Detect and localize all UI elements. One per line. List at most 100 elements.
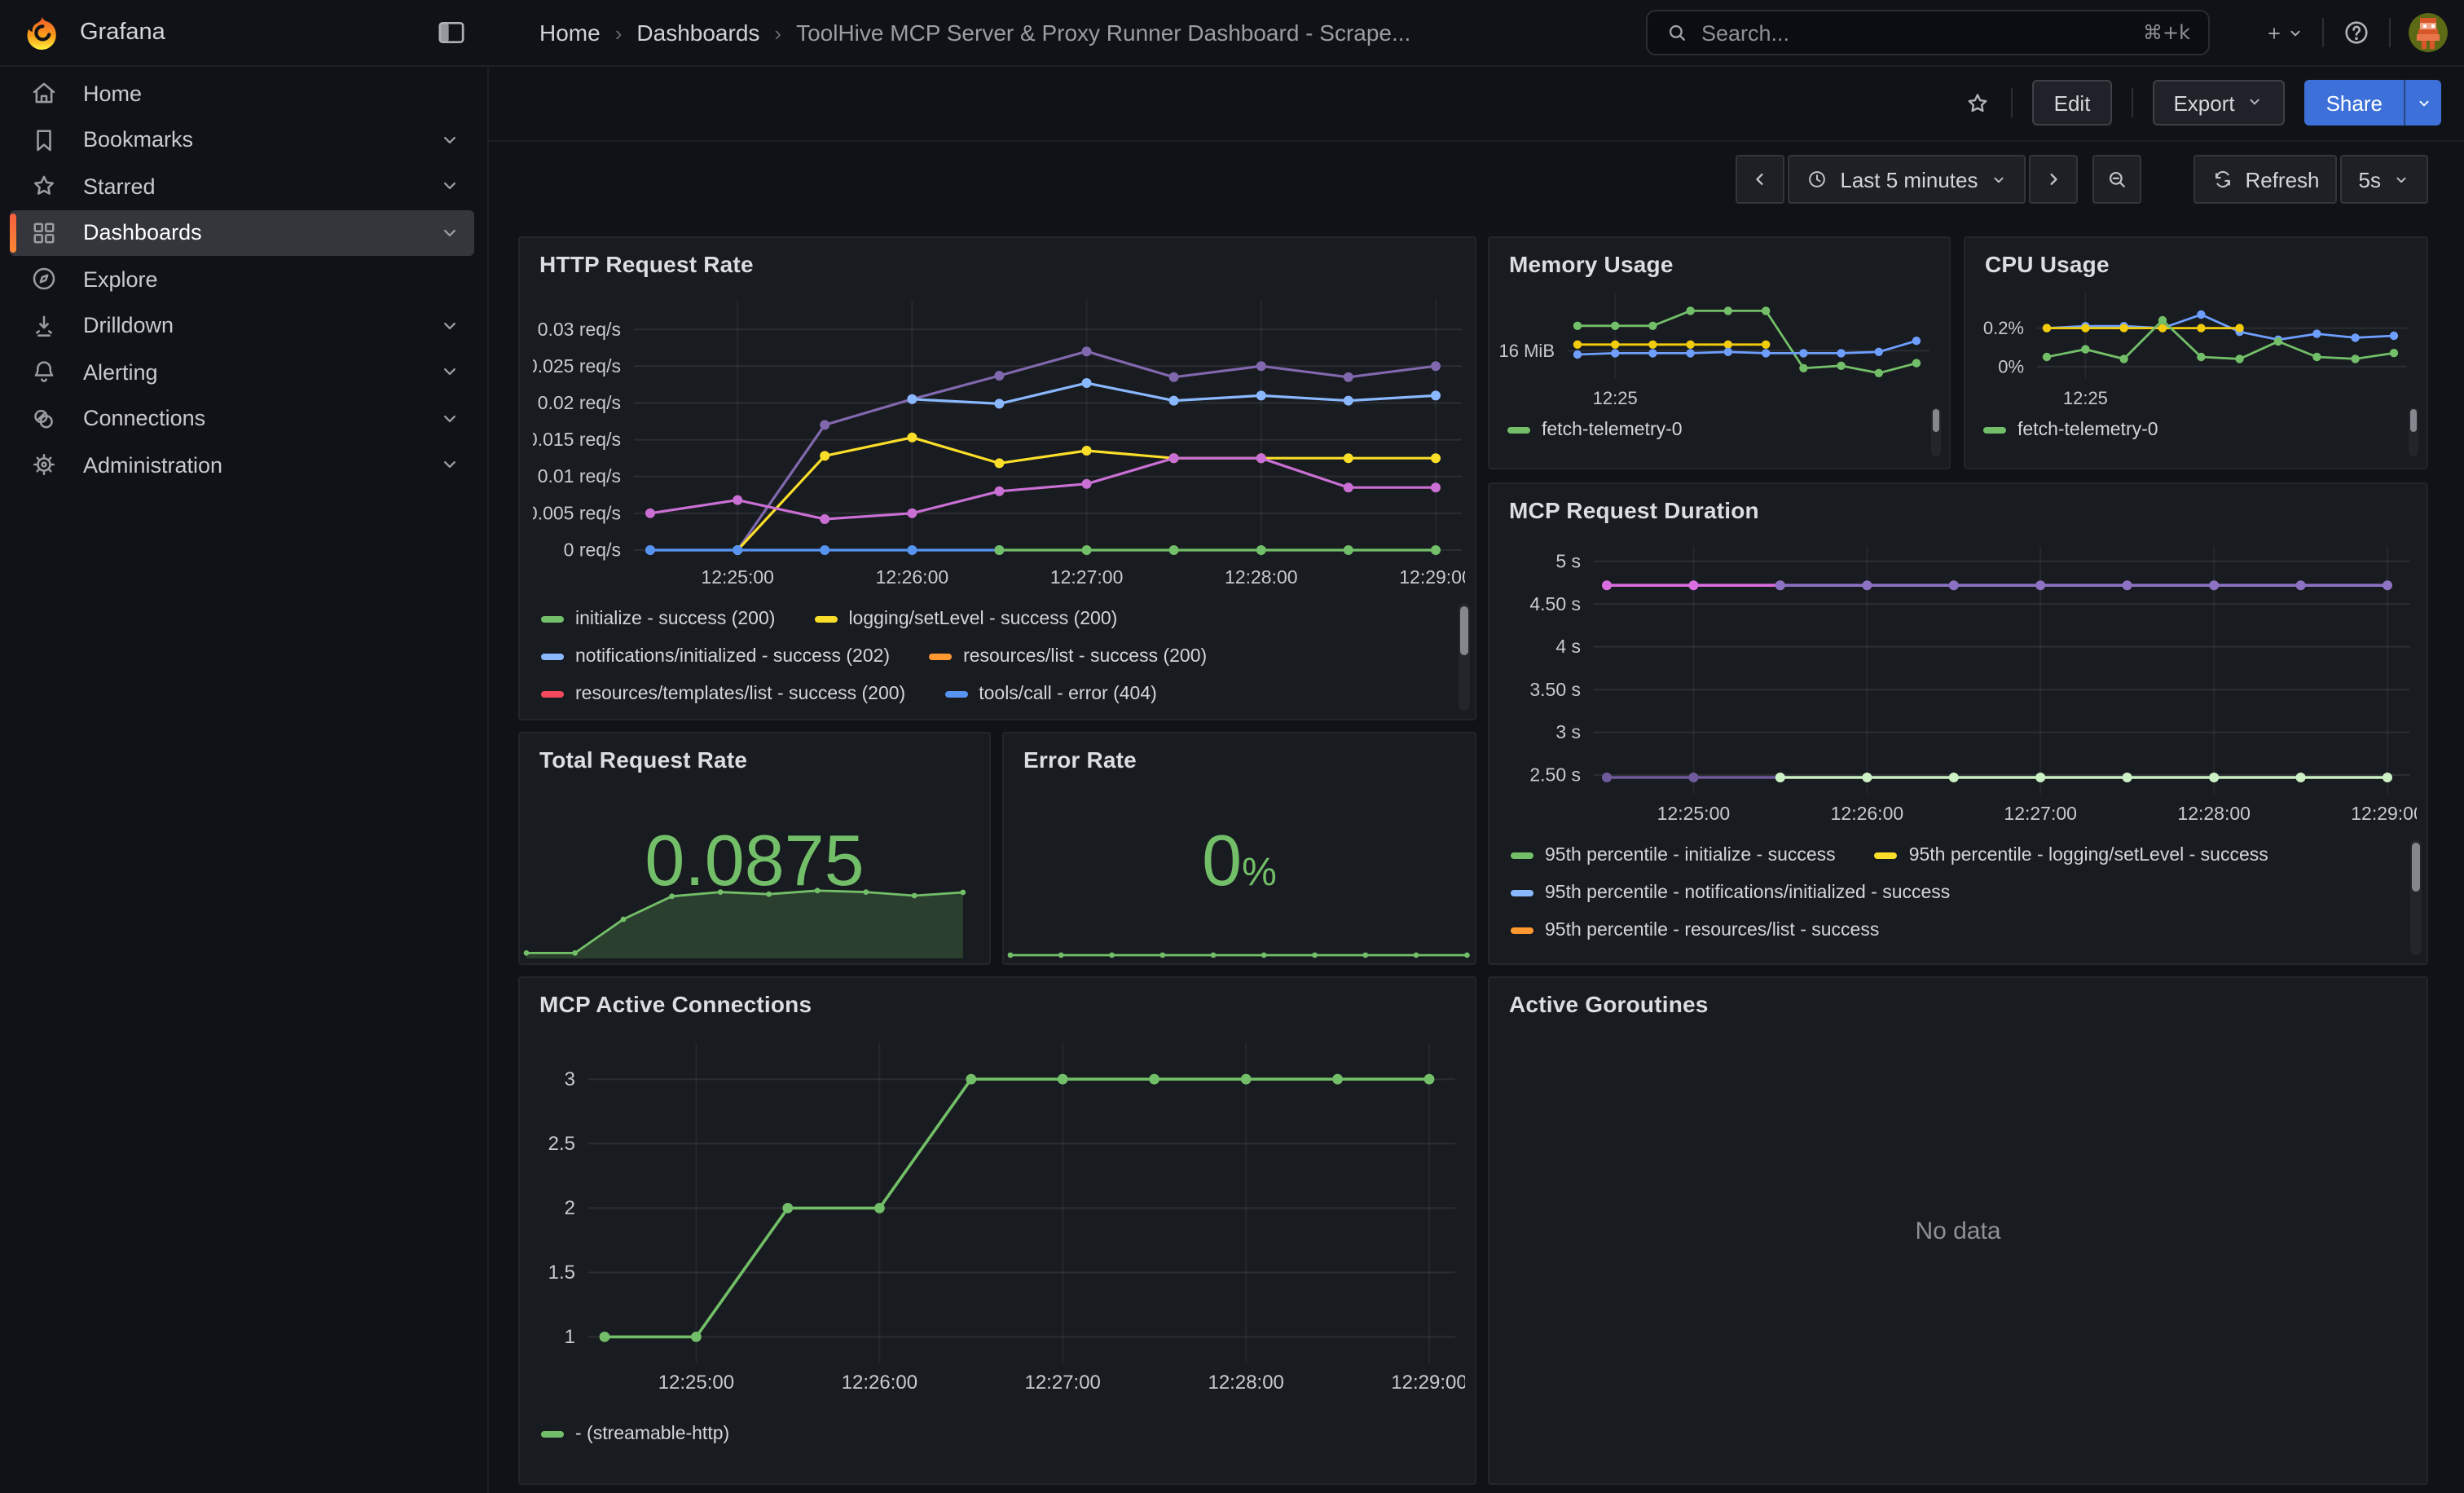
chart-legend: initialize - success (200) logging/setLev… <box>541 600 1449 714</box>
sidebar-item-home[interactable]: Home <box>10 70 474 116</box>
divider <box>2322 18 2324 47</box>
user-avatar[interactable] <box>2409 13 2448 52</box>
gear-icon <box>29 450 59 479</box>
chevron-down-icon[interactable] <box>438 407 461 429</box>
sidebar-item-connections[interactable]: Connections <box>10 395 474 441</box>
legend-item[interactable]: initialize - success (200) <box>541 609 775 628</box>
dashboard-main: Edit Export Share Last 5 minutes <box>489 65 2464 1493</box>
export-button[interactable]: Export <box>2152 80 2285 126</box>
legend-item[interactable]: notifications/initialized - success (202… <box>541 646 890 666</box>
sidebar-item-label: Explore <box>83 266 474 291</box>
chevron-down-icon[interactable] <box>438 360 461 383</box>
add-new-button[interactable] <box>2262 24 2304 42</box>
legend-scrollbar[interactable] <box>1931 407 1941 456</box>
chevron-down-icon <box>2392 170 2410 188</box>
search-input[interactable]: Search... ⌘+k <box>1646 10 2210 55</box>
legend-scrollbar[interactable] <box>2409 407 2418 456</box>
compass-icon <box>29 264 59 293</box>
panel-title[interactable]: CPU Usage <box>1965 238 2427 277</box>
time-shift-back-button[interactable] <box>1736 155 1784 204</box>
panel-title[interactable]: MCP Active Connections <box>520 978 1475 1017</box>
sidebar-item-dashboards[interactable]: Dashboards <box>10 209 474 255</box>
breadcrumb-item-toolhive-mcp-server-: ToolHive MCP Server & Proxy Runner Dashb… <box>796 20 1410 46</box>
legend-row: resources/templates/list - success (200)… <box>541 675 1449 712</box>
plug-icon <box>29 403 59 433</box>
legend-item[interactable]: fetch-telemetry-0 <box>1507 420 1683 439</box>
sidebar-item-drilldown[interactable]: Drilldown <box>10 302 474 348</box>
panel-title[interactable]: HTTP Request Rate <box>520 238 1475 277</box>
panel-title[interactable]: Error Rate <box>1004 733 1475 773</box>
memory-usage-chart[interactable]: 16 MiB12:25 <box>1496 284 1936 416</box>
svg-text:12:27:00: 12:27:00 <box>1024 1372 1100 1394</box>
svg-text:3: 3 <box>565 1068 575 1090</box>
legend-item[interactable]: resources/list - success (200) <box>929 646 1207 666</box>
divider <box>2012 88 2013 117</box>
refresh-label: Refresh <box>2245 167 2319 192</box>
legend-item[interactable]: resources/templates/list - success (200) <box>541 684 905 703</box>
chevron-down-icon[interactable] <box>438 128 461 151</box>
grafana-app: Grafana Home›Dashboards›ToolHive MCP Ser… <box>0 0 2464 1493</box>
legend-item[interactable]: tools/call - error (404) <box>944 684 1157 703</box>
panel-error-rate: Error Rate 0% <box>1002 732 1476 965</box>
mcp-request-duration-chart[interactable]: 2.50 s3 s3.50 s4 s4.50 s5 s12:25:0012:26… <box>1503 533 2417 844</box>
sidebar-item-label: Drilldown <box>83 313 438 337</box>
drilldown-icon <box>29 310 59 340</box>
time-shift-forward-button[interactable] <box>2028 155 2077 204</box>
chevron-down-icon[interactable] <box>438 174 461 197</box>
mcp-active-connections-chart[interactable]: 11.522.5312:25:0012:26:0012:27:0012:28:0… <box>533 1030 1465 1420</box>
sidebar-item-alerting[interactable]: Alerting <box>10 349 474 394</box>
breadcrumb-item-home[interactable]: Home <box>539 20 601 46</box>
legend-item[interactable]: 95th percentile - logging/setLevel - suc… <box>1875 845 2268 865</box>
refresh-button[interactable]: Refresh <box>2193 155 2337 204</box>
svg-text:0%: 0% <box>1998 356 2024 377</box>
sidebar-item-administration[interactable]: Administration <box>10 442 474 487</box>
svg-text:12:25: 12:25 <box>2063 388 2108 407</box>
legend-row: initialize - success (200) logging/setLev… <box>541 600 1449 637</box>
legend-item[interactable]: 95th percentile - notifications/initiali… <box>1511 883 1950 902</box>
sidebar-collapse-icon[interactable] <box>435 16 468 49</box>
legend-item[interactable]: logging/setLevel - success (200) <box>814 609 1117 628</box>
share-split-button: Share <box>2305 80 2441 126</box>
legend-row: fetch-telemetry-0 <box>1983 411 2400 448</box>
chevron-down-icon[interactable] <box>438 453 461 476</box>
panel-title[interactable]: Total Request Rate <box>520 733 989 773</box>
svg-text:12:25:00: 12:25:00 <box>658 1372 734 1394</box>
refresh-interval-picker[interactable]: 5s <box>2341 155 2428 204</box>
grafana-logo-icon[interactable] <box>24 15 60 51</box>
favorite-star-icon[interactable] <box>1965 89 1992 117</box>
sidebar-item-starred[interactable]: Starred <box>10 163 474 209</box>
http-request-rate-chart[interactable]: 0 req/s0.005 req/s0.01 req/s0.015 req/s0… <box>533 287 1465 605</box>
chart-legend: fetch-telemetry-0 <box>1983 411 2400 450</box>
sidebar-item-bookmarks[interactable]: Bookmarks <box>10 117 474 162</box>
zoom-out-icon[interactable] <box>2092 155 2141 204</box>
help-icon[interactable] <box>2342 18 2371 47</box>
panel-title[interactable]: Memory Usage <box>1489 238 1949 277</box>
legend-item[interactable]: - (streamable-http) <box>541 1424 729 1443</box>
chevron-down-icon[interactable] <box>438 221 461 244</box>
svg-text:0.2%: 0.2% <box>1983 318 2024 338</box>
svg-text:16 MiB: 16 MiB <box>1499 341 1555 361</box>
sidebar-item-explore[interactable]: Explore <box>10 256 474 302</box>
chevron-down-icon[interactable] <box>438 314 461 337</box>
legend-item[interactable]: fetch-telemetry-0 <box>1983 420 2158 439</box>
cpu-usage-chart[interactable]: 0.2% 0% 12:25 <box>1972 284 2413 416</box>
top-navigation-bar: Grafana Home›Dashboards›ToolHive MCP Ser… <box>0 0 2464 67</box>
legend-row: notifications/initialized - success (202… <box>541 637 1449 675</box>
edit-button[interactable]: Edit <box>2033 80 2112 126</box>
share-dropdown-icon[interactable] <box>2404 80 2441 126</box>
panel-title[interactable]: MCP Request Duration <box>1489 484 2427 523</box>
svg-text:12:28:00: 12:28:00 <box>2177 803 2251 824</box>
legend-scrollbar[interactable] <box>1459 603 1470 711</box>
legend-item[interactable]: 95th percentile - initialize - success <box>1511 845 1836 865</box>
no-data-message: No data <box>1489 978 2427 1483</box>
sidebar-item-label: Dashboards <box>83 220 438 244</box>
time-range-picker[interactable]: Last 5 minutes <box>1788 155 2025 204</box>
sidebar-item-label: Alerting <box>83 359 438 384</box>
divider <box>2389 18 2391 47</box>
legend-scrollbar[interactable] <box>2410 839 2422 955</box>
svg-text:12:27:00: 12:27:00 <box>2004 803 2077 824</box>
svg-text:12:29:00: 12:29:00 <box>2351 803 2417 824</box>
breadcrumb-item-dashboards[interactable]: Dashboards <box>636 20 759 46</box>
legend-item[interactable]: 95th percentile - resources/list - succe… <box>1511 920 1879 940</box>
share-button[interactable]: Share <box>2305 80 2404 126</box>
